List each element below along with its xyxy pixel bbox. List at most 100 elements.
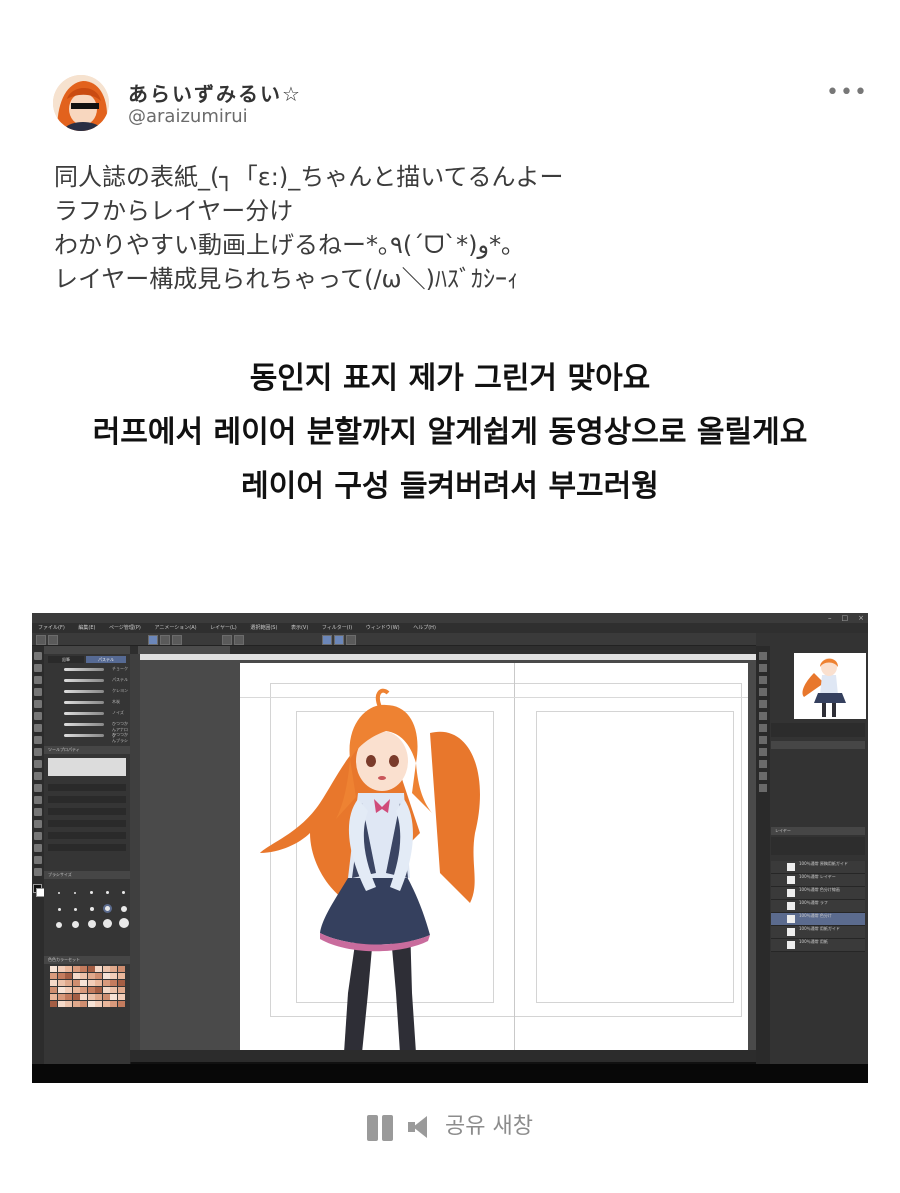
blend-mode-select[interactable] [48,796,126,803]
brush-size-dot[interactable] [58,892,60,894]
eyedropper-tool-icon[interactable] [34,700,42,708]
color-swatch[interactable] [57,980,65,986]
color-swatch[interactable] [50,994,57,1000]
canvas-page[interactable] [240,663,748,1053]
layer-panel-tab[interactable]: レイヤー [771,827,865,835]
sub-view-panel-icon[interactable] [759,664,767,672]
brush-density-slider[interactable] [48,808,126,815]
open-icon[interactable] [48,635,58,645]
stabilization-slider[interactable] [48,844,126,851]
color-swatch[interactable] [57,987,65,993]
brush-stroke[interactable] [64,690,104,693]
color-slider-panel-icon[interactable] [759,688,767,696]
auto-select-tool-icon[interactable] [34,688,42,696]
navigator-panel-icon[interactable] [759,652,767,660]
user-handle[interactable]: @araizumirui [128,106,248,127]
color-swatch[interactable] [72,980,80,986]
brush-stroke[interactable] [64,734,104,737]
color-swatch[interactable] [72,966,80,972]
move-tool-icon[interactable] [34,664,42,672]
color-swatch[interactable] [65,973,72,979]
frame-tool-icon[interactable] [34,820,42,828]
brush-size-dot[interactable] [88,920,96,928]
pencil-tool-icon[interactable] [34,724,42,732]
balloon-tool-icon[interactable] [34,856,42,864]
color-swatch[interactable] [117,1001,125,1007]
item-bank-panel-icon[interactable] [759,784,767,792]
brush-tool-icon[interactable] [34,736,42,744]
avatar[interactable] [53,75,109,131]
color-swatch[interactable] [87,1001,95,1007]
brush-tab-pencil[interactable]: 鉛筆 [48,656,84,663]
brush-size-dot-selected[interactable] [105,906,110,911]
brush-size-slider[interactable] [48,784,126,791]
layer-blend-controls[interactable] [771,837,865,855]
display-name[interactable]: あらいずみるい☆ [128,78,302,107]
navigator-thumbnail[interactable] [794,653,866,719]
brush-stroke[interactable] [64,723,104,726]
redo-icon[interactable] [172,635,182,645]
color-swatch[interactable] [80,1001,87,1007]
canvas-document-tab[interactable] [138,646,230,654]
color-swatch[interactable] [117,980,125,986]
color-swatch[interactable] [87,980,95,986]
menu-filter[interactable]: フィルター(I) [322,625,352,631]
brush-name[interactable]: パステル [112,677,128,683]
brush-stroke[interactable] [64,668,104,671]
color-swatch[interactable] [72,987,80,993]
color-swatch[interactable] [117,966,125,972]
layer-row[interactable]: 100％通常 ラフ [771,900,865,913]
color-swatch[interactable] [65,1001,72,1007]
eraser-tool-icon[interactable] [34,760,42,768]
color-swatch[interactable] [57,973,65,979]
sub-tool-tab[interactable] [44,646,130,654]
auto-action-panel-icon[interactable] [759,760,767,768]
color-swatch[interactable] [95,1001,102,1007]
color-set-tab[interactable]: 色色カラーセット [44,956,130,964]
color-swatch[interactable] [72,1001,80,1007]
grid-icon[interactable] [346,635,356,645]
color-swatch[interactable] [65,966,72,972]
color-swatch[interactable] [87,973,95,979]
color-swatch[interactable] [102,1001,110,1007]
layer-property-tab[interactable] [771,741,865,749]
pen-tool-icon[interactable] [34,712,42,720]
ruler-icon[interactable] [334,635,344,645]
info-panel-icon[interactable] [759,772,767,780]
color-swatch[interactable] [117,987,125,993]
fill-tool-icon[interactable] [34,784,42,792]
brush-size-dot[interactable] [106,891,109,894]
color-swatch[interactable] [110,994,117,1000]
color-swatch[interactable] [110,966,117,972]
color-swatch[interactable] [102,987,110,993]
flip-icon[interactable] [234,635,244,645]
color-set-grid[interactable] [50,966,126,1012]
more-options-button[interactable]: ••• [826,80,868,105]
color-swatch[interactable] [95,980,102,986]
color-swatch[interactable] [102,994,110,1000]
minimize-icon[interactable]: – [828,614,832,622]
tool-property-tab[interactable]: ツールプロパティ [44,746,130,754]
color-swatch[interactable] [57,1001,65,1007]
search-panel-icon[interactable] [759,736,767,744]
menu-selection[interactable]: 選択範囲(S) [250,625,277,631]
pause-icon[interactable] [367,1113,395,1141]
brush-name[interactable]: チョーク [112,666,128,672]
color-swatch[interactable] [102,973,110,979]
animation-panel-icon[interactable] [759,748,767,756]
navigator-zoom-controls[interactable] [771,723,865,737]
layer-row[interactable]: 100％通常 用紙 [771,939,865,952]
texture-slider[interactable] [48,820,126,827]
layer-property-panel-icon[interactable] [759,724,767,732]
video-player[interactable]: – □ × ファイル(F) 編集(E) ページ管理(P) アニメーション(A) レイ… [32,613,868,1083]
brush-stroke[interactable] [64,712,104,715]
color-swatch[interactable] [110,987,117,993]
figure-tool-icon[interactable] [34,808,42,816]
brush-stroke[interactable] [64,679,104,682]
brush-name[interactable]: ひつつかんブラシ [112,732,130,744]
layer-row[interactable]: 100％通常 レイヤー [771,874,865,887]
brush-size-dot[interactable] [103,919,112,928]
brush-size-dot[interactable] [72,921,79,928]
brush-size-dot[interactable] [56,922,62,928]
ruler-tool-icon[interactable] [34,832,42,840]
